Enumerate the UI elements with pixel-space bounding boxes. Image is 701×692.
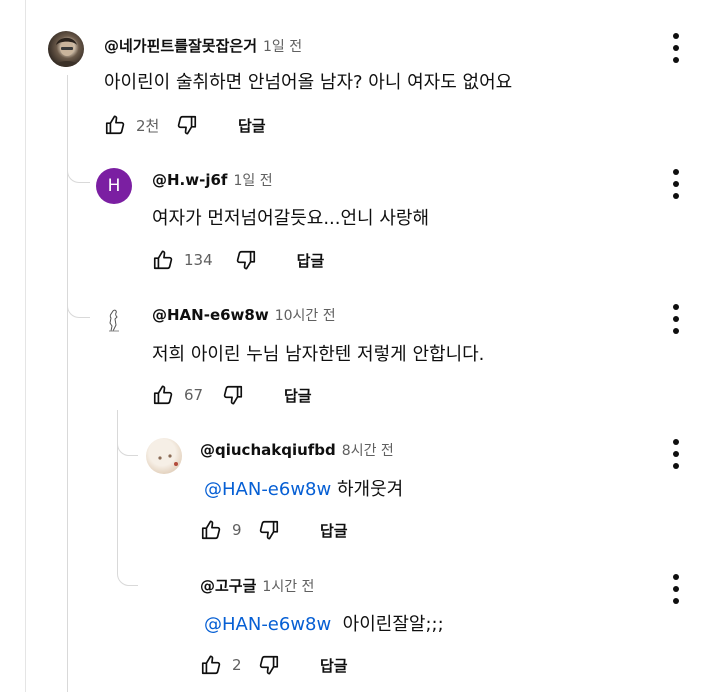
sketch-figure-icon	[109, 309, 119, 332]
avatar[interactable]	[146, 438, 182, 474]
dislike-button[interactable]	[233, 247, 259, 273]
comment-author[interactable]: @H.w-j6f	[152, 171, 227, 189]
more-menu-button[interactable]	[671, 31, 681, 65]
like-count: 9	[232, 521, 242, 539]
comment-text: 저희 아이린 누님 남자한텐 저렇게 안합니다.	[152, 344, 485, 365]
comment-author[interactable]: @네가핀트를잘못잡은거	[104, 35, 257, 56]
thread-connector	[117, 565, 138, 586]
more-menu-button[interactable]	[671, 302, 681, 336]
comment-time[interactable]: 1일 전	[263, 36, 302, 56]
comment-time[interactable]: 8시간 전	[342, 440, 394, 460]
thumb-down-icon	[258, 654, 280, 676]
comment-text: @HAN-e6w8w 아이린잘알;;;	[204, 610, 444, 636]
like-button[interactable]	[102, 112, 128, 138]
like-count: 2천	[136, 116, 160, 135]
thumb-up-icon	[200, 519, 222, 541]
cat-photo-icon	[158, 454, 178, 466]
like-count: 2	[232, 656, 242, 674]
like-count: 134	[184, 251, 213, 269]
thumb-down-icon	[176, 114, 198, 136]
dislike-button[interactable]	[256, 517, 282, 543]
like-button[interactable]	[150, 247, 176, 273]
thumb-down-icon	[235, 249, 257, 271]
reply-button[interactable]: 답글	[238, 115, 266, 136]
thumb-down-icon	[222, 384, 244, 406]
like-button[interactable]	[198, 652, 224, 678]
reply-button[interactable]: 답글	[284, 385, 312, 406]
mention-link[interactable]: @HAN-e6w8w	[204, 479, 331, 500]
thread-connector	[67, 160, 90, 183]
comment-text: 여자가 먼저넘어갈듯요...언니 사랑해	[152, 208, 430, 229]
comment-text: @HAN-e6w8w 하개웃겨	[204, 475, 403, 501]
thread-connector	[117, 435, 138, 456]
thumb-up-icon	[104, 114, 126, 136]
avatar[interactable]: H	[96, 168, 132, 204]
comment-author[interactable]: @HAN-e6w8w	[152, 306, 269, 324]
more-menu-button[interactable]	[671, 437, 681, 471]
more-menu-button[interactable]	[671, 572, 681, 606]
thumb-up-icon	[152, 384, 174, 406]
avatar[interactable]	[96, 303, 132, 339]
avatar-letter: H	[107, 176, 121, 196]
comment-time[interactable]: 1일 전	[233, 170, 272, 190]
dislike-button[interactable]	[220, 382, 246, 408]
reply-button[interactable]: 답글	[297, 250, 325, 271]
mention-link[interactable]: @HAN-e6w8w	[204, 614, 331, 635]
thread-connector	[67, 295, 90, 318]
reply-button[interactable]: 답글	[320, 655, 348, 676]
dislike-button[interactable]	[174, 112, 200, 138]
reply-button[interactable]: 답글	[320, 520, 348, 541]
thumb-up-icon	[152, 249, 174, 271]
comment-time[interactable]: 1시간 전	[262, 576, 314, 596]
comment-text-body: 아이린잘알;;;	[331, 614, 444, 635]
comment-text: 아이린이 술취하면 안넘어올 남자? 아니 여자도 없어요	[104, 72, 513, 93]
comment-text-body: 하개웃겨	[331, 479, 404, 500]
more-menu-button[interactable]	[671, 167, 681, 201]
comment-author[interactable]: @qiuchakqiufbd	[200, 441, 336, 459]
thumb-down-icon	[258, 519, 280, 541]
like-count: 67	[184, 386, 204, 404]
nested-thread-line	[117, 410, 118, 570]
comment-time[interactable]: 10시간 전	[275, 305, 336, 325]
user-photo-icon	[54, 37, 80, 67]
dislike-button[interactable]	[256, 652, 282, 678]
like-button[interactable]	[198, 517, 224, 543]
avatar[interactable]	[48, 31, 84, 67]
thumb-up-icon	[200, 654, 222, 676]
like-button[interactable]	[150, 382, 176, 408]
left-border	[25, 0, 26, 692]
comment-author[interactable]: @고구글	[200, 575, 256, 596]
